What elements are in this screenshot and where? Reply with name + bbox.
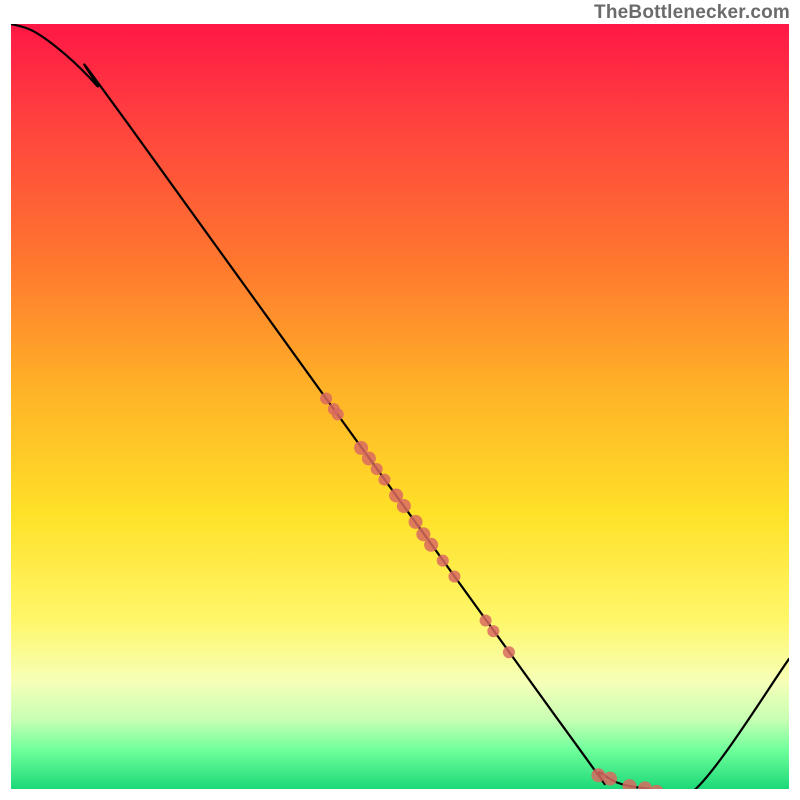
data-marker [623, 779, 637, 789]
data-marker [424, 538, 438, 552]
data-marker [371, 463, 383, 475]
data-marker [503, 646, 515, 658]
data-marker [448, 571, 460, 583]
data-marker [603, 772, 617, 786]
data-marker [378, 474, 390, 486]
watermark-text: TheBottlenecker.com [594, 2, 790, 24]
plot-area [11, 24, 789, 789]
data-marker [638, 781, 652, 789]
bottleneck-curve [11, 24, 789, 789]
data-marker [437, 555, 449, 567]
data-marker [320, 393, 332, 405]
data-marker [409, 515, 423, 529]
chart-container: TheBottlenecker.com [0, 0, 800, 800]
data-marker [650, 785, 664, 789]
marker-group [320, 393, 664, 789]
chart-svg [11, 24, 789, 789]
data-marker [397, 499, 411, 513]
data-marker [362, 451, 376, 465]
data-marker [487, 625, 499, 637]
data-marker [480, 615, 492, 627]
data-marker [332, 408, 344, 420]
